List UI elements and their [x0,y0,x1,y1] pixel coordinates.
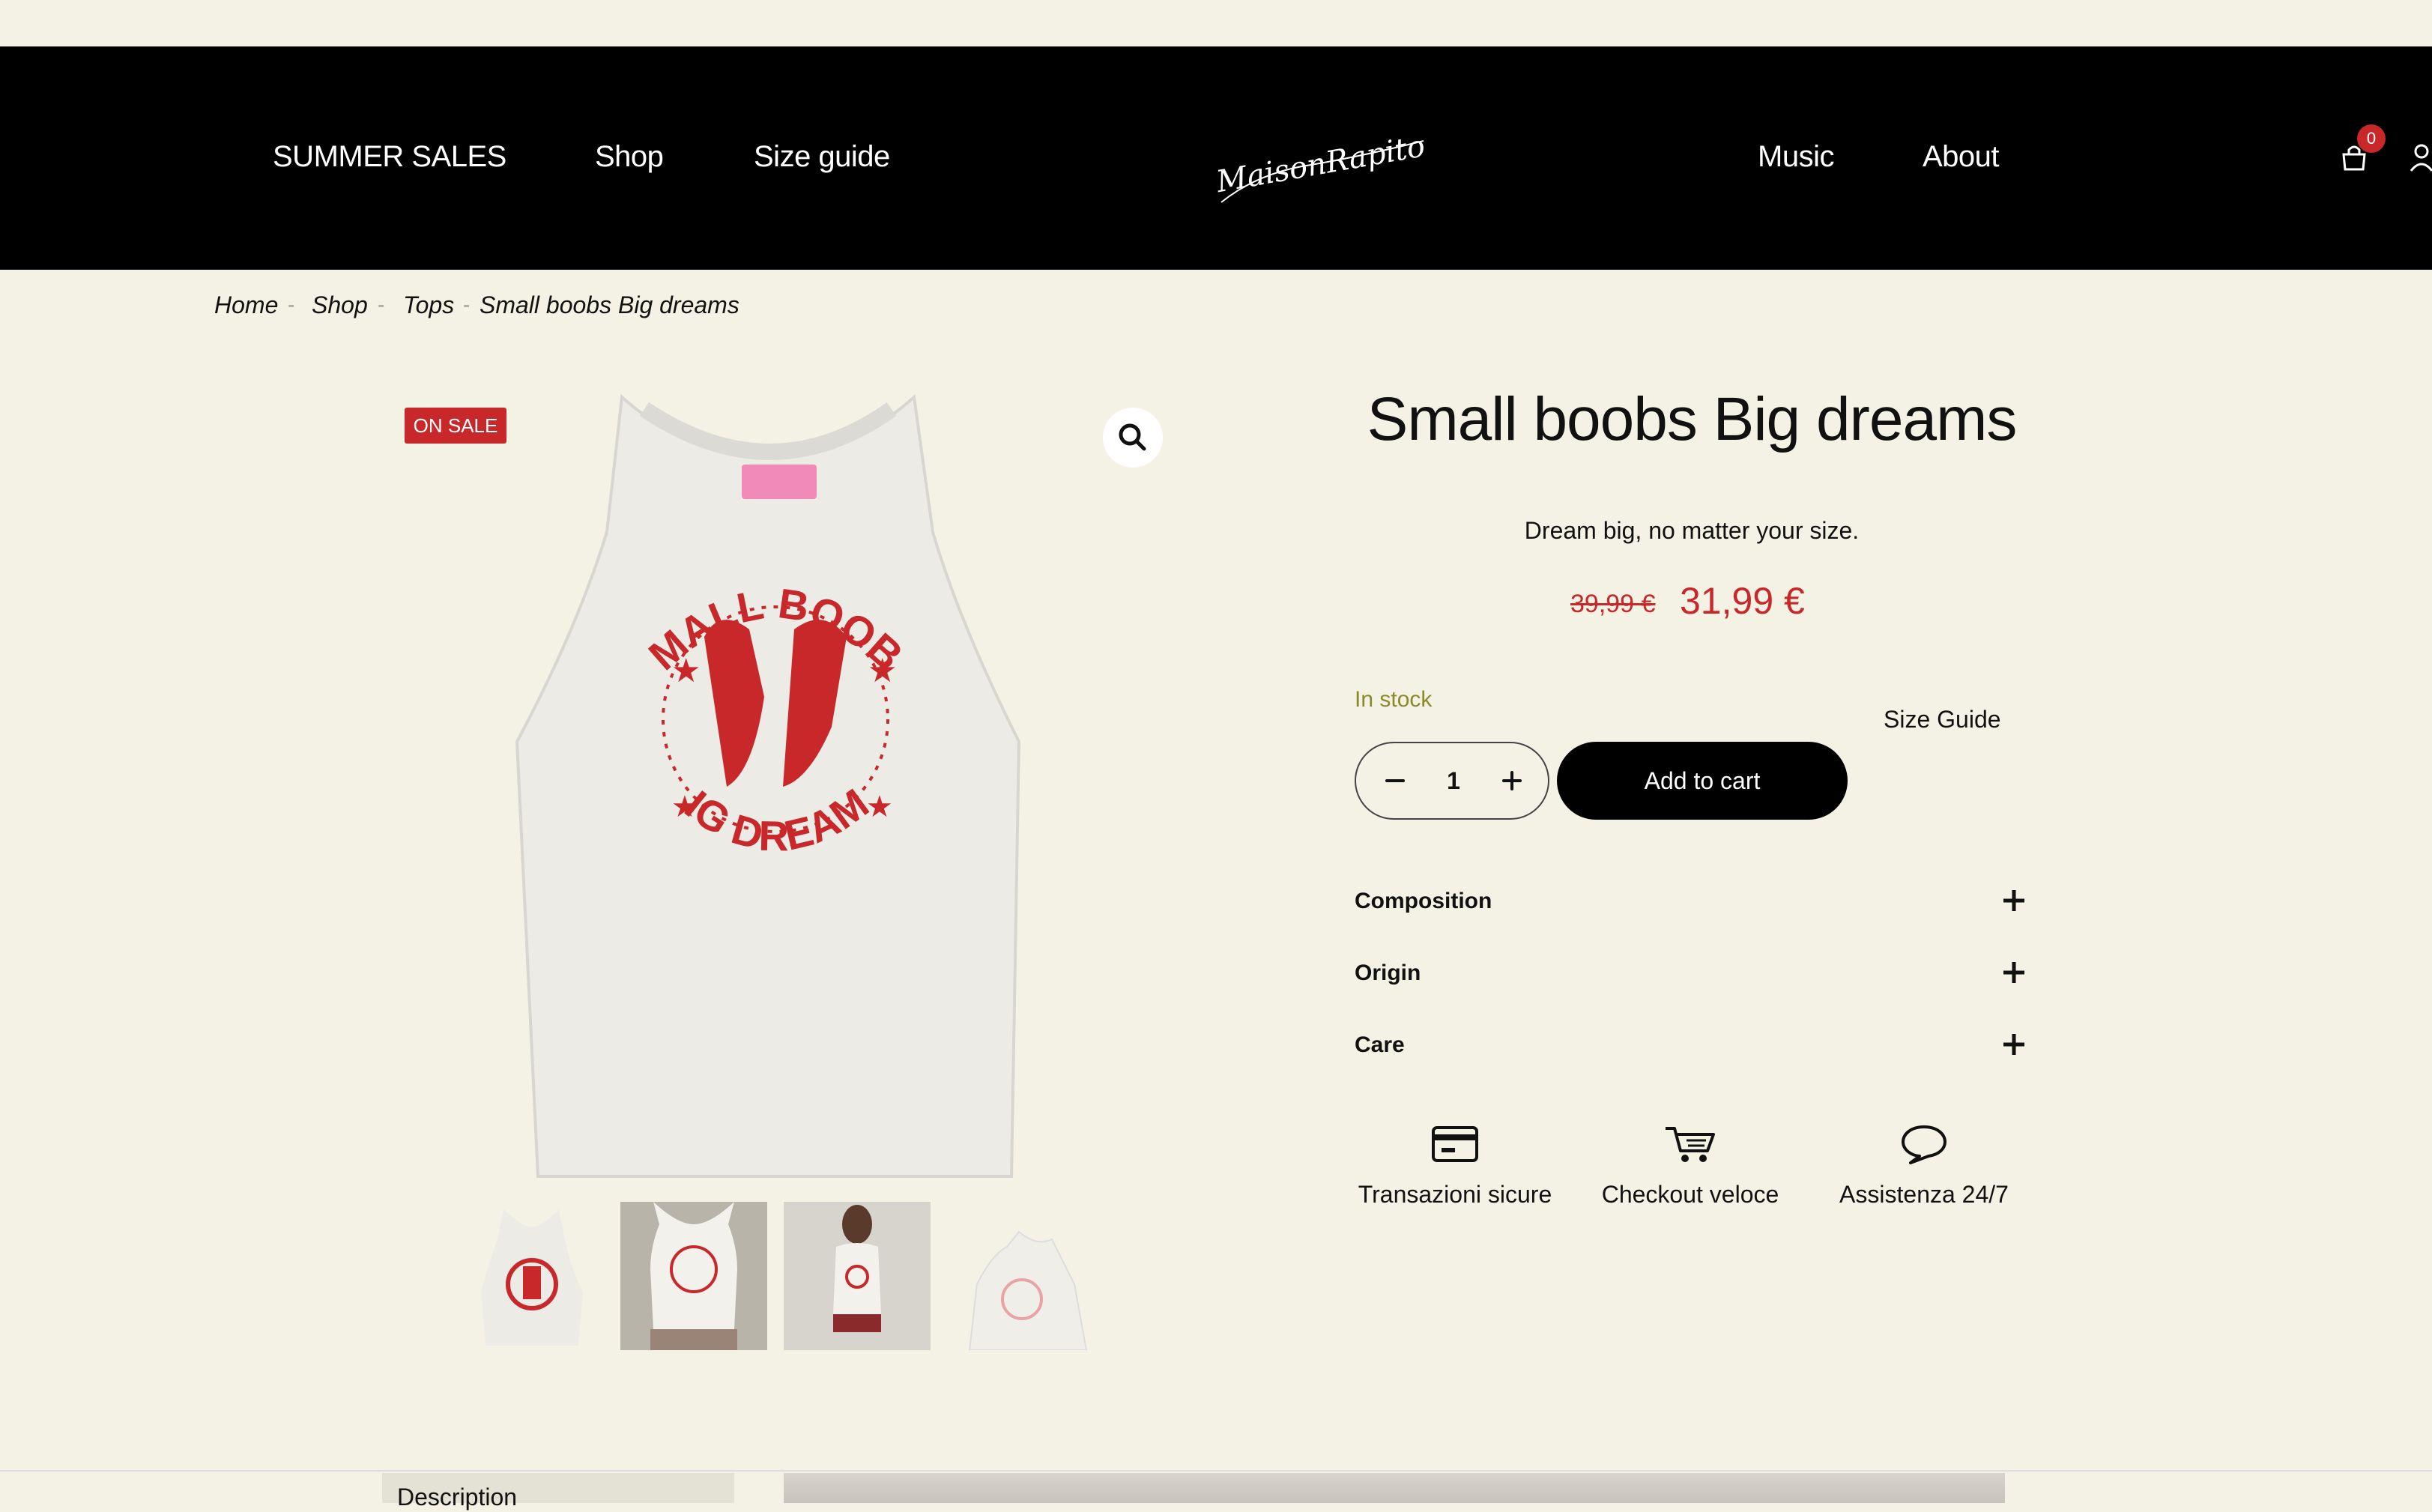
shopping-cart-icon [1666,1127,1715,1162]
breadcrumb-current: Small boobs Big dreams [480,291,739,318]
breadcrumb-tops[interactable]: Tops [403,290,454,320]
nav-size-guide[interactable]: Size guide [754,138,890,175]
original-price: 39,99 € [1570,590,1656,618]
account-icon[interactable] [2408,142,2432,172]
accordion-label: Composition [1355,889,1492,913]
breadcrumb-shop[interactable]: Shop [312,290,368,320]
logo-text: MaisonRapito [1214,129,1427,199]
minus-icon[interactable] [1376,761,1415,800]
zoom-icon[interactable] [1103,408,1163,468]
section-divider [0,1470,2432,1472]
star-icon: ★ [868,653,897,689]
breadcrumb-separator: - [463,293,471,316]
thumbnail-1[interactable] [459,1202,605,1350]
accordion-label: Care [1355,1032,1405,1057]
stock-status: In stock [1355,687,1433,712]
chat-bubble-icon [1902,1125,1946,1164]
star-icon: ★ [866,790,893,823]
feature-secure-transactions: Transazioni sicure [1343,1124,1567,1209]
thumbnail-4[interactable] [947,1202,1094,1350]
thumbnail-3[interactable] [784,1202,931,1350]
credit-card-icon [1432,1126,1478,1162]
add-to-cart-button[interactable]: Add to cart [1557,742,1848,820]
nav-summer-sales[interactable]: SUMMER SALES [273,138,506,175]
tab-label: Description [397,1484,518,1511]
feature-label: Assistenza 24/7 [1839,1181,2009,1208]
accordion-origin[interactable]: Origin [1355,947,2029,1000]
feature-label: Checkout veloce [1601,1181,1779,1208]
product-tagline: Dream big, no matter your size. [1524,517,1860,544]
cart-count-badge: 0 [2357,124,2386,153]
tab-description[interactable]: Description [382,1473,734,1511]
plus-icon[interactable] [1492,761,1531,800]
nav-music[interactable]: Music [1758,138,1834,175]
star-icon: ★ [671,790,698,823]
lifestyle-image [784,1473,2005,1503]
feature-support: Assistenza 24/7 [1812,1124,2036,1209]
accordion-care[interactable]: Care [1355,1019,2029,1071]
accordion-composition[interactable]: Composition [1355,875,2029,928]
breadcrumb-separator: - [288,293,295,316]
quantity-input[interactable]: 1 [1416,743,1491,818]
expand-plus-icon [2003,1034,2024,1055]
product-main-image[interactable]: SMALL BOOBS BIG DREAMS ★ ★ ★ ★ [494,382,1094,1184]
thumbnail-2[interactable] [620,1202,767,1350]
quantity-stepper: 1 [1355,742,1549,820]
expand-plus-icon [2003,962,2024,983]
breadcrumb-home[interactable]: Home [214,290,278,320]
on-sale-badge: ON SALE [405,408,506,444]
product-title: Small boobs Big dreams [1367,385,2018,453]
nav-about[interactable]: About [1923,138,2000,175]
expand-plus-icon [2003,890,2024,911]
site-logo[interactable]: MaisonRapito [1214,120,1431,210]
star-icon: ★ [671,653,701,689]
accordion-label: Origin [1355,961,1421,985]
feature-fast-checkout: Checkout veloce [1578,1124,1803,1209]
size-guide-link[interactable]: Size Guide [1884,704,2001,734]
nav-shop[interactable]: Shop [595,138,664,175]
breadcrumb-separator: - [378,293,385,316]
sale-price: 31,99 € [1680,580,1805,622]
feature-label: Transazioni sicure [1358,1181,1552,1208]
